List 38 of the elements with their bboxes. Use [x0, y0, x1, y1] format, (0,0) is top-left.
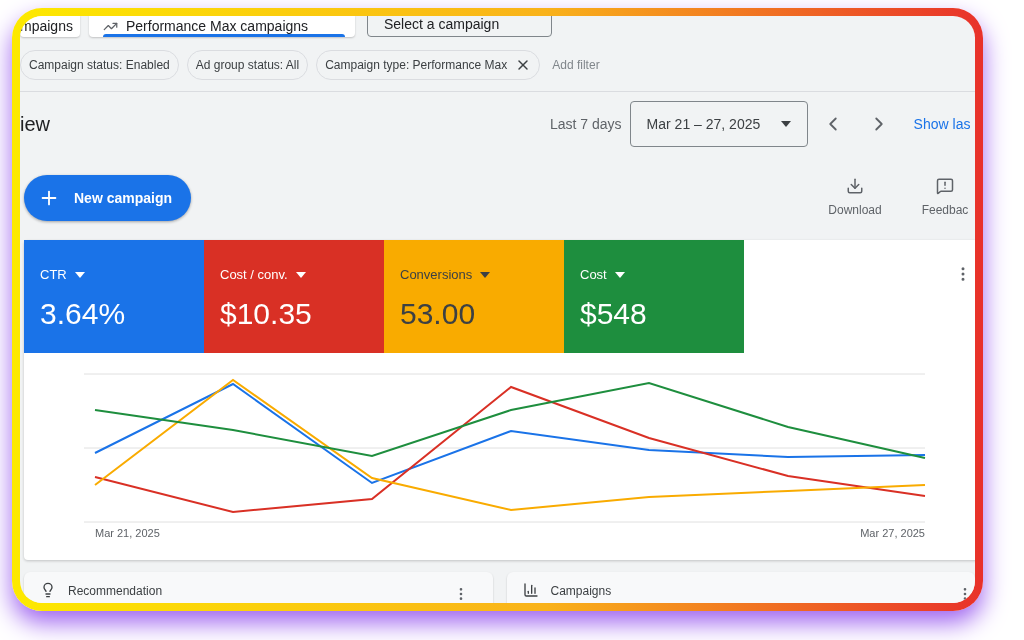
- caret-icon: [780, 121, 791, 127]
- caret-icon: [480, 271, 491, 278]
- caret-icon: [74, 271, 85, 278]
- new-campaign-button[interactable]: New campaign: [24, 175, 191, 221]
- metric-value: $548: [580, 295, 648, 332]
- campaign-select[interactable]: Select a campaign: [367, 16, 552, 37]
- metric-tile[interactable]: Cost / conv. $10.35: [204, 240, 384, 353]
- download-icon: [846, 177, 864, 195]
- page-title: iew: [20, 112, 51, 137]
- caret-icon: [614, 271, 625, 278]
- axis-label: Mar 27, 2025: [860, 526, 925, 541]
- toolbar-action[interactable]: Download: [825, 177, 885, 219]
- metric-name: Conversions: [400, 266, 473, 284]
- card-title: Recommendation: [68, 583, 163, 600]
- metric-value: 53.00: [400, 295, 477, 332]
- filter-label: Ad group status: All: [195, 56, 300, 74]
- metric-name: CTR: [40, 266, 67, 284]
- metric-tile[interactable]: CTR 3.64%: [24, 240, 204, 353]
- bar-chart-icon: [522, 582, 539, 598]
- axis-label: Mar 21, 2025: [95, 526, 160, 541]
- lightbulb-icon: [40, 582, 56, 598]
- add-filter-link[interactable]: Add filter: [552, 55, 600, 74]
- toolbar-action[interactable]: Feedbac: [915, 177, 975, 219]
- metric-value: 3.64%: [40, 295, 127, 332]
- filter-label: Campaign type: Performance Max: [325, 56, 508, 74]
- caret-icon: [295, 271, 306, 278]
- metric-value: $10.35: [220, 295, 313, 332]
- metric-name: Cost: [580, 266, 607, 284]
- metric-tile[interactable]: Cost $548: [564, 240, 744, 353]
- card-title: Campaigns: [550, 583, 612, 600]
- date-range-label: Last 7 days: [550, 114, 622, 134]
- feedback-icon: [936, 177, 954, 195]
- metric-name: Cost / conv.: [220, 266, 288, 284]
- date-range-dropdown[interactable]: Mar 21 – 27, 2025: [629, 101, 808, 147]
- tab[interactable]: Performance Max campaigns: [89, 16, 355, 37]
- filter-label: Campaign status: Enabled: [29, 56, 170, 74]
- metric-tile[interactable]: Conversions 53.00: [384, 240, 564, 353]
- show-link[interactable]: Show las: [913, 113, 971, 135]
